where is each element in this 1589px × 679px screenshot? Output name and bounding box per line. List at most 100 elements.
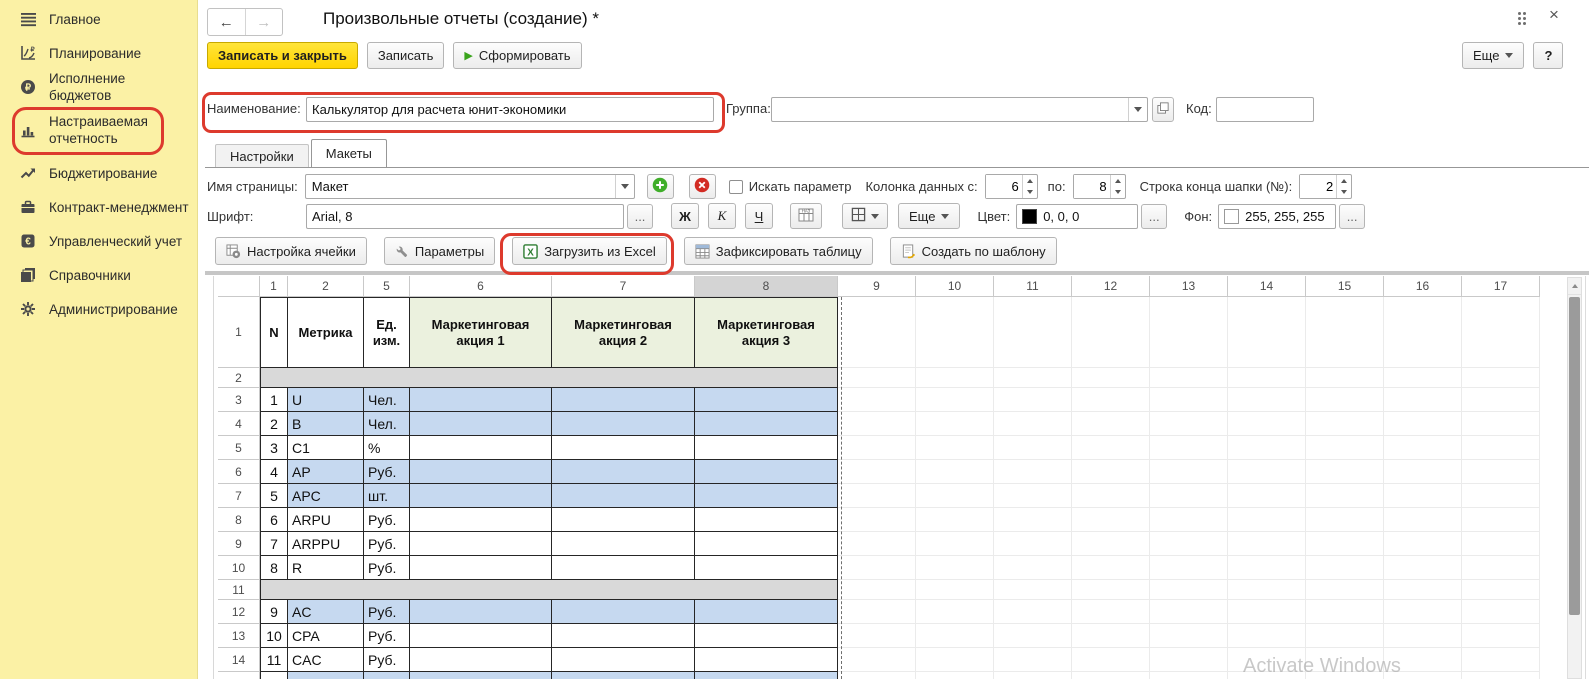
color-field[interactable]: 0, 0, 0 bbox=[1016, 203, 1139, 229]
grid-cell[interactable] bbox=[552, 436, 695, 460]
grid-cell[interactable] bbox=[695, 648, 838, 672]
sidebar-item-kontrakt-menedzhment[interactable]: Контракт-менеджмент bbox=[0, 190, 197, 224]
grid-column-header[interactable]: 12 bbox=[1072, 276, 1150, 297]
spin-up-icon[interactable] bbox=[1337, 175, 1351, 187]
grid-cell[interactable]: R bbox=[288, 556, 364, 580]
grid-cell[interactable] bbox=[1228, 484, 1306, 508]
grid-cell[interactable] bbox=[1228, 460, 1306, 484]
grid-cell[interactable] bbox=[1384, 508, 1462, 532]
bold-button[interactable]: Ж bbox=[671, 203, 699, 229]
grid-cell[interactable]: Руб. bbox=[364, 532, 410, 556]
grid-cell[interactable] bbox=[1072, 532, 1150, 556]
grid-row-header[interactable] bbox=[218, 672, 260, 679]
tab-makety[interactable]: Макеты bbox=[310, 139, 387, 167]
grid-cell[interactable] bbox=[1306, 532, 1384, 556]
grid-cell[interactable] bbox=[1306, 556, 1384, 580]
grid-cell[interactable] bbox=[838, 412, 916, 436]
grid-cell[interactable] bbox=[1462, 508, 1540, 532]
grid-cell[interactable] bbox=[1306, 388, 1384, 412]
grid-cell[interactable] bbox=[1072, 368, 1150, 388]
dropdown-button[interactable] bbox=[614, 175, 634, 198]
grid-cell[interactable] bbox=[1072, 388, 1150, 412]
grid-cell[interactable] bbox=[1384, 580, 1462, 600]
grid-cell[interactable] bbox=[695, 484, 838, 508]
name-field[interactable] bbox=[306, 97, 714, 122]
grid-cell[interactable] bbox=[994, 532, 1072, 556]
grid-cell[interactable] bbox=[1150, 508, 1228, 532]
data-col-from-input[interactable] bbox=[985, 175, 1022, 198]
grid-cell[interactable] bbox=[552, 648, 695, 672]
grid-cell[interactable] bbox=[994, 484, 1072, 508]
grid-cell[interactable] bbox=[1072, 556, 1150, 580]
grid-cell[interactable] bbox=[1072, 648, 1150, 672]
grid-cell[interactable] bbox=[410, 460, 552, 484]
grid-cell[interactable]: Чел. bbox=[364, 412, 410, 436]
grid-row-header[interactable]: 7 bbox=[218, 484, 260, 508]
grid-cell[interactable] bbox=[1306, 484, 1384, 508]
grid-cell[interactable] bbox=[410, 624, 552, 648]
grid-row-header[interactable]: 10 bbox=[218, 556, 260, 580]
grid-cell[interactable] bbox=[838, 436, 916, 460]
grid-row-header[interactable]: 9 bbox=[218, 532, 260, 556]
grid-cell[interactable]: 11 bbox=[260, 648, 288, 672]
grid-cell[interactable]: шт. bbox=[364, 484, 410, 508]
grid-cell[interactable] bbox=[1150, 412, 1228, 436]
grid-cell[interactable] bbox=[1150, 580, 1228, 600]
grid-row-header[interactable]: 14 bbox=[218, 648, 260, 672]
grid-cell[interactable] bbox=[552, 624, 695, 648]
italic-button[interactable]: К bbox=[708, 203, 736, 229]
grid-cell[interactable] bbox=[1150, 532, 1228, 556]
sidebar-item-byudzhetirovanie[interactable]: Бюджетирование bbox=[0, 156, 197, 190]
grid-cell[interactable] bbox=[1150, 388, 1228, 412]
grid-cell[interactable] bbox=[1072, 672, 1150, 679]
grid-cell[interactable] bbox=[1072, 484, 1150, 508]
save-and-close-button[interactable]: Записать и закрыть bbox=[207, 42, 358, 69]
grid-cell[interactable] bbox=[552, 600, 695, 624]
grid-cell[interactable] bbox=[994, 580, 1072, 600]
grid-cell[interactable]: Руб. bbox=[364, 508, 410, 532]
grid-cell[interactable]: 9 bbox=[260, 600, 288, 624]
grid-cell[interactable] bbox=[1384, 368, 1462, 388]
grid-cell[interactable] bbox=[1306, 600, 1384, 624]
grid-cell[interactable] bbox=[695, 556, 838, 580]
grid-cell[interactable] bbox=[410, 436, 552, 460]
grid-cell[interactable] bbox=[994, 297, 1072, 368]
grid-cell[interactable] bbox=[1306, 368, 1384, 388]
grid-cell[interactable]: Руб. bbox=[364, 460, 410, 484]
grid-cell[interactable] bbox=[1306, 580, 1384, 600]
grid-cell[interactable] bbox=[1150, 648, 1228, 672]
grid-cell[interactable] bbox=[994, 508, 1072, 532]
grid-cell[interactable] bbox=[838, 648, 916, 672]
grid-cell[interactable] bbox=[838, 556, 916, 580]
grid-cell[interactable] bbox=[1306, 624, 1384, 648]
grid-cell[interactable] bbox=[916, 484, 994, 508]
grid-cell[interactable] bbox=[1228, 624, 1306, 648]
grid-cell[interactable]: Руб. bbox=[364, 556, 410, 580]
page-name-combo[interactable]: Макет bbox=[304, 174, 635, 199]
sidebar-item-planirovanie[interactable]: ₽ Планирование bbox=[0, 36, 197, 70]
grid-cell[interactable] bbox=[410, 388, 552, 412]
grid-row-header[interactable]: 11 bbox=[218, 580, 260, 600]
grid-cell[interactable] bbox=[1072, 508, 1150, 532]
grid-cell[interactable] bbox=[1072, 580, 1150, 600]
grid-cell[interactable]: ARPPU bbox=[288, 532, 364, 556]
grid-cell[interactable] bbox=[994, 412, 1072, 436]
grid-cell[interactable] bbox=[410, 532, 552, 556]
grid-cell[interactable] bbox=[260, 672, 288, 679]
grid-cell[interactable] bbox=[916, 460, 994, 484]
grid-cell[interactable] bbox=[410, 412, 552, 436]
sidebar-item-upravlencheskiy-uchet[interactable]: € Управленческий учет bbox=[0, 224, 197, 258]
grid-cell[interactable] bbox=[916, 297, 994, 368]
grid-cell[interactable] bbox=[410, 556, 552, 580]
sidebar-item-spravochniki[interactable]: Справочники bbox=[0, 258, 197, 292]
grid-cell[interactable] bbox=[552, 672, 695, 679]
grid-cell[interactable] bbox=[838, 600, 916, 624]
data-col-to-spinner[interactable] bbox=[1072, 174, 1126, 199]
grid-cell[interactable]: Маркетинговая акция 1 bbox=[410, 297, 552, 368]
back-button[interactable]: ← bbox=[208, 9, 246, 35]
grid-column-header[interactable]: 15 bbox=[1306, 276, 1384, 297]
sidebar-item-administrirovanie[interactable]: Администрирование bbox=[0, 292, 197, 326]
grid-cell[interactable] bbox=[1072, 297, 1150, 368]
grid-cell[interactable] bbox=[916, 672, 994, 679]
grid-cell[interactable] bbox=[1150, 484, 1228, 508]
